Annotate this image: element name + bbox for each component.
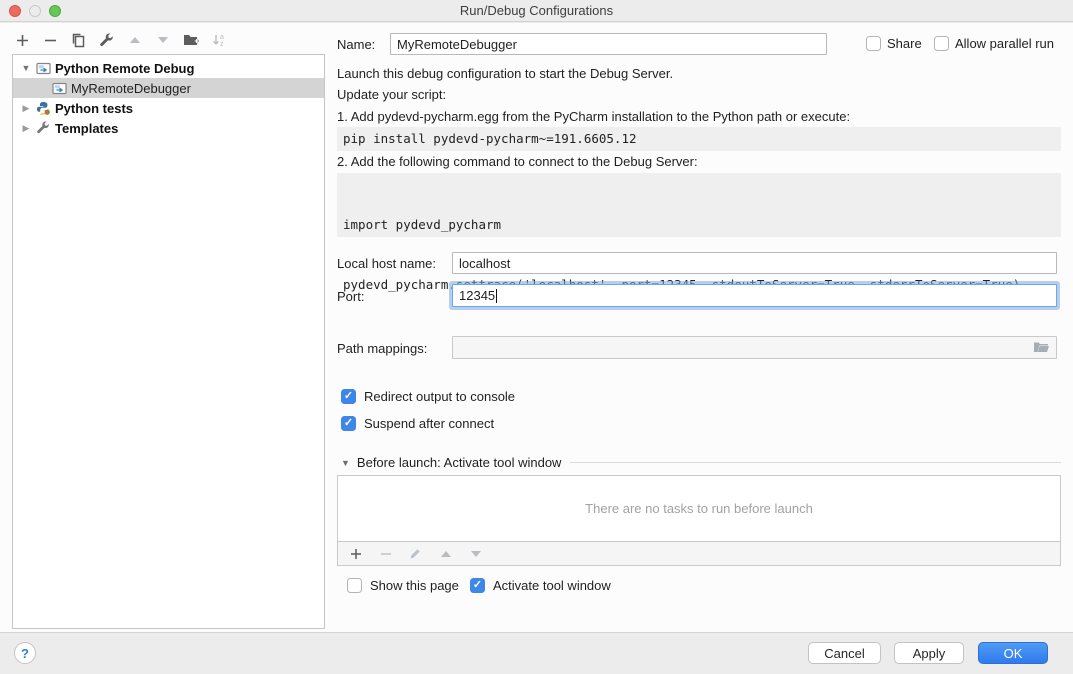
edit-templates-wrench-icon[interactable] — [98, 32, 115, 49]
window-title: Run/Debug Configurations — [0, 3, 1073, 18]
before-launch-section-header[interactable]: ▼ Before launch: Activate tool window — [341, 455, 1061, 470]
tree-item-templates[interactable]: ▶ Templates — [13, 118, 324, 138]
expanded-twisty-icon[interactable]: ▼ — [21, 63, 31, 73]
name-label: Name: — [337, 37, 375, 52]
remove-configuration-button[interactable] — [42, 32, 59, 49]
tree-item-label: MyRemoteDebugger — [71, 81, 191, 96]
move-task-down-icon — [467, 545, 484, 562]
suspend-after-connect-checkbox[interactable]: ✓ Suspend after connect — [341, 416, 494, 431]
share-checkbox[interactable]: Share — [866, 36, 922, 51]
description-line-1: Launch this debug configuration to start… — [337, 66, 673, 81]
allow-parallel-run-checkbox-box[interactable] — [934, 36, 949, 51]
pip-install-code: pip install pydevd-pycharm~=191.6605.12 — [337, 127, 1061, 151]
copy-configuration-icon[interactable] — [70, 32, 87, 49]
activate-tool-window-checkbox[interactable]: ✓ Activate tool window — [470, 578, 611, 593]
before-launch-toolbar — [337, 542, 1061, 566]
show-this-page-checkbox-label: Show this page — [370, 578, 459, 593]
activate-tool-window-checkbox-box[interactable]: ✓ — [470, 578, 485, 593]
add-task-button[interactable] — [347, 545, 364, 562]
apply-button[interactable]: Apply — [894, 642, 964, 664]
settrace-code-line-1: import pydevd_pycharm — [343, 215, 1055, 235]
move-task-up-icon — [437, 545, 454, 562]
suspend-after-connect-checkbox-box[interactable]: ✓ — [341, 416, 356, 431]
tree-item-python-remote-debug[interactable]: ▼ Python Remote Debug — [13, 58, 324, 78]
suspend-after-connect-checkbox-label: Suspend after connect — [364, 416, 494, 431]
local-host-name-label: Local host name: — [337, 256, 436, 271]
tree-item-label: Python Remote Debug — [55, 61, 194, 76]
python-tests-icon — [35, 101, 51, 115]
dialog-footer: ? Cancel Apply OK — [0, 632, 1073, 674]
path-mappings-input[interactable] — [452, 336, 1057, 359]
description-step-1: 1. Add pydevd-pycharm.egg from the PyCha… — [337, 109, 850, 124]
redirect-output-checkbox[interactable]: ✓ Redirect output to console — [341, 389, 515, 404]
show-this-page-checkbox-box[interactable] — [347, 578, 362, 593]
local-host-name-input[interactable]: localhost — [452, 252, 1057, 274]
ok-button[interactable]: OK — [978, 642, 1048, 664]
new-folder-icon[interactable] — [182, 32, 199, 49]
cancel-button[interactable]: Cancel — [808, 642, 881, 664]
svg-text:z: z — [220, 41, 224, 48]
activate-tool-window-checkbox-label: Activate tool window — [493, 578, 611, 593]
before-launch-title: Before launch: Activate tool window — [357, 455, 562, 470]
port-input[interactable]: 12345 — [452, 284, 1057, 307]
svg-text:a: a — [220, 34, 224, 41]
configurations-tree: ▼ Python Remote Debug MyRemoteDebugger ▶… — [12, 54, 325, 629]
before-launch-task-list[interactable]: There are no tasks to run before launch — [337, 475, 1061, 542]
share-checkbox-box[interactable] — [866, 36, 881, 51]
redirect-output-checkbox-box[interactable]: ✓ — [341, 389, 356, 404]
browse-folder-icon[interactable] — [1033, 341, 1050, 354]
empty-task-list-text: There are no tasks to run before launch — [585, 501, 813, 516]
title-bar: Run/Debug Configurations — [0, 0, 1073, 22]
collapsed-twisty-icon[interactable]: ▶ — [21, 123, 31, 134]
collapsed-twisty-icon[interactable]: ▶ — [21, 103, 31, 114]
add-configuration-button[interactable] — [14, 32, 31, 49]
tree-item-myremotedebugger[interactable]: MyRemoteDebugger — [13, 78, 324, 98]
move-up-icon — [126, 32, 143, 49]
templates-wrench-icon — [35, 121, 51, 135]
text-caret — [496, 289, 497, 303]
section-rule — [570, 462, 1061, 463]
help-button[interactable]: ? — [14, 642, 36, 664]
tree-item-label: Python tests — [55, 101, 133, 116]
dialog-content: az ▼ Python Remote Debug MyRemoteDebugge… — [0, 23, 1073, 632]
description-step-2: 2. Add the following command to connect … — [337, 154, 698, 169]
run-debug-configurations-dialog: Run/Debug Configurations az — [0, 0, 1073, 674]
allow-parallel-run-checkbox[interactable]: Allow parallel run — [934, 36, 1054, 51]
section-collapse-icon[interactable]: ▼ — [341, 458, 350, 468]
allow-parallel-run-checkbox-label: Allow parallel run — [955, 36, 1054, 51]
path-mappings-label: Path mappings: — [337, 341, 427, 356]
move-down-icon — [154, 32, 171, 49]
tree-item-label: Templates — [55, 121, 118, 136]
redirect-output-checkbox-label: Redirect output to console — [364, 389, 515, 404]
name-input[interactable]: MyRemoteDebugger — [390, 33, 827, 55]
remote-debug-config-icon — [51, 81, 67, 95]
remove-task-icon — [377, 545, 394, 562]
port-label: Port: — [337, 289, 364, 304]
description-line-2: Update your script: — [337, 87, 446, 102]
edit-task-pencil-icon — [407, 545, 424, 562]
show-this-page-checkbox[interactable]: Show this page — [347, 578, 459, 593]
remote-debug-config-icon — [35, 61, 51, 75]
sort-configurations-icon: az — [210, 32, 227, 49]
configurations-toolbar: az — [14, 31, 227, 49]
share-checkbox-label: Share — [887, 36, 922, 51]
tree-item-python-tests[interactable]: ▶ Python tests — [13, 98, 324, 118]
settrace-code-block: import pydevd_pycharm pydevd_pycharm.set… — [337, 173, 1061, 237]
